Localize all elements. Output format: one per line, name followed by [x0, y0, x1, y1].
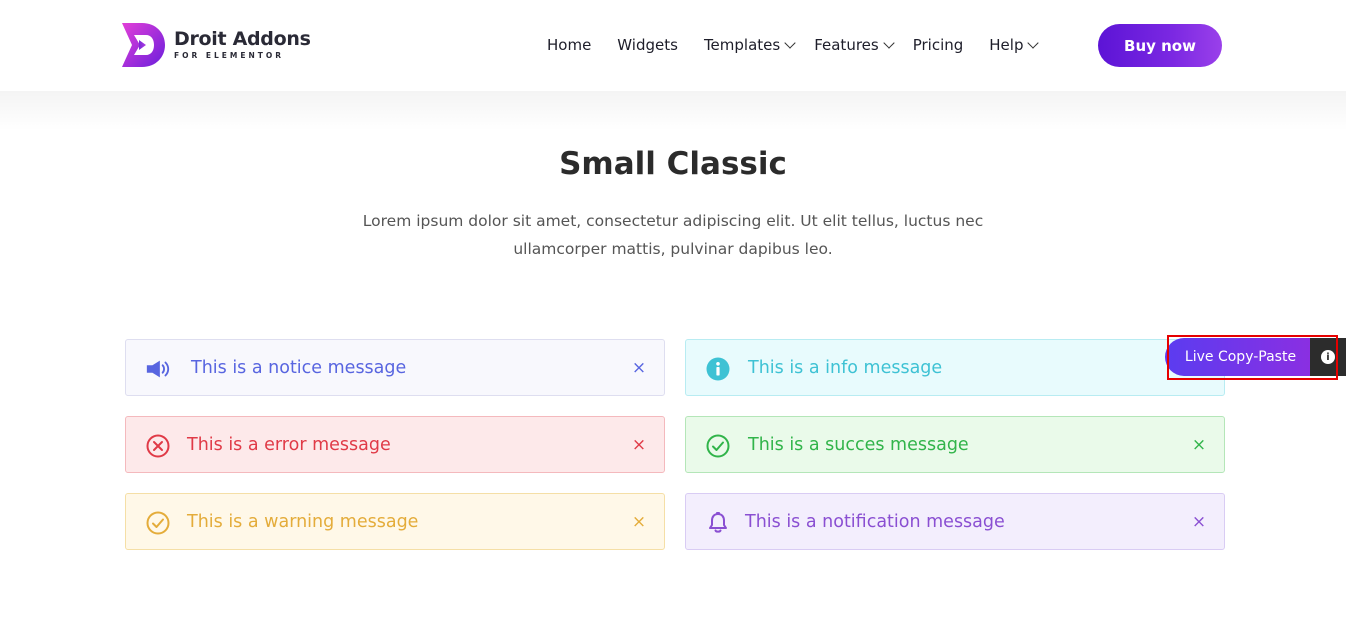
alert-error-message: This is a error message — [187, 435, 391, 455]
alert-warning-message: This is a warning message — [187, 512, 419, 532]
nav-help-label: Help — [989, 36, 1024, 54]
header-shadow — [0, 91, 1346, 131]
close-icon[interactable]: × — [1191, 434, 1207, 456]
alert-error: This is a error message × — [125, 416, 665, 473]
close-icon[interactable]: × — [1191, 511, 1207, 533]
x-circle-icon — [145, 433, 171, 459]
close-icon[interactable]: × — [631, 434, 647, 456]
close-icon[interactable]: × — [631, 357, 647, 379]
nav-home-label: Home — [547, 36, 592, 54]
live-copy-paste-button[interactable]: Live Copy-Paste — [1165, 338, 1310, 376]
nav-widgets-label: Widgets — [617, 36, 678, 54]
logo[interactable]: Droit Addons FOR ELEMENTOR — [120, 21, 311, 69]
check-circle-icon — [705, 433, 731, 459]
section-title: Small Classic — [559, 146, 787, 182]
nav-widgets[interactable]: Widgets — [617, 36, 678, 54]
buy-now-button[interactable]: Buy now — [1098, 24, 1222, 67]
live-copy-paste-widget: Live Copy-Paste i — [1165, 338, 1346, 376]
nav-help[interactable]: Help — [989, 36, 1040, 54]
droit-logo-icon — [122, 23, 165, 67]
main-nav: Home Widgets Templates Features Pricing … — [547, 34, 1040, 56]
info-circle-icon — [705, 356, 731, 382]
live-copy-info-button[interactable]: i — [1310, 338, 1346, 376]
alert-notification: This is a notification message × — [685, 493, 1225, 550]
nav-templates-label: Templates — [703, 36, 781, 54]
bell-icon — [705, 510, 731, 536]
chevron-down-icon — [784, 36, 796, 49]
alert-info-message: This is a info message — [748, 358, 943, 378]
nav-pricing-label: Pricing — [912, 36, 964, 54]
chevron-down-icon — [883, 36, 895, 49]
logo-subtitle: FOR ELEMENTOR — [174, 51, 285, 60]
megaphone-icon — [145, 356, 171, 382]
alert-success-message: This is a succes message — [748, 435, 969, 455]
nav-templates[interactable]: Templates — [703, 36, 796, 54]
site-header: Droit Addons FOR ELEMENTOR Home Widgets … — [0, 0, 1346, 91]
nav-pricing[interactable]: Pricing — [913, 36, 964, 54]
close-icon[interactable]: × — [631, 511, 647, 533]
alert-success: This is a succes message × — [685, 416, 1225, 473]
alert-notification-message: This is a notification message — [745, 512, 1005, 532]
alert-notice-message: This is a notice message — [191, 358, 407, 378]
nav-features[interactable]: Features — [814, 36, 895, 54]
alert-warning: This is a warning message × — [125, 493, 665, 550]
section-description: Lorem ipsum dolor sit amet, consectetur … — [362, 212, 984, 258]
nav-home[interactable]: Home — [547, 36, 591, 54]
info-icon: i — [1321, 350, 1335, 364]
alert-notice: This is a notice message × — [125, 339, 665, 396]
logo-name: Droit Addons — [174, 28, 311, 50]
chevron-down-icon — [1027, 36, 1040, 49]
nav-features-label: Features — [814, 36, 879, 54]
alert-info: This is a info message — [685, 339, 1225, 396]
check-circle-icon — [145, 510, 171, 536]
